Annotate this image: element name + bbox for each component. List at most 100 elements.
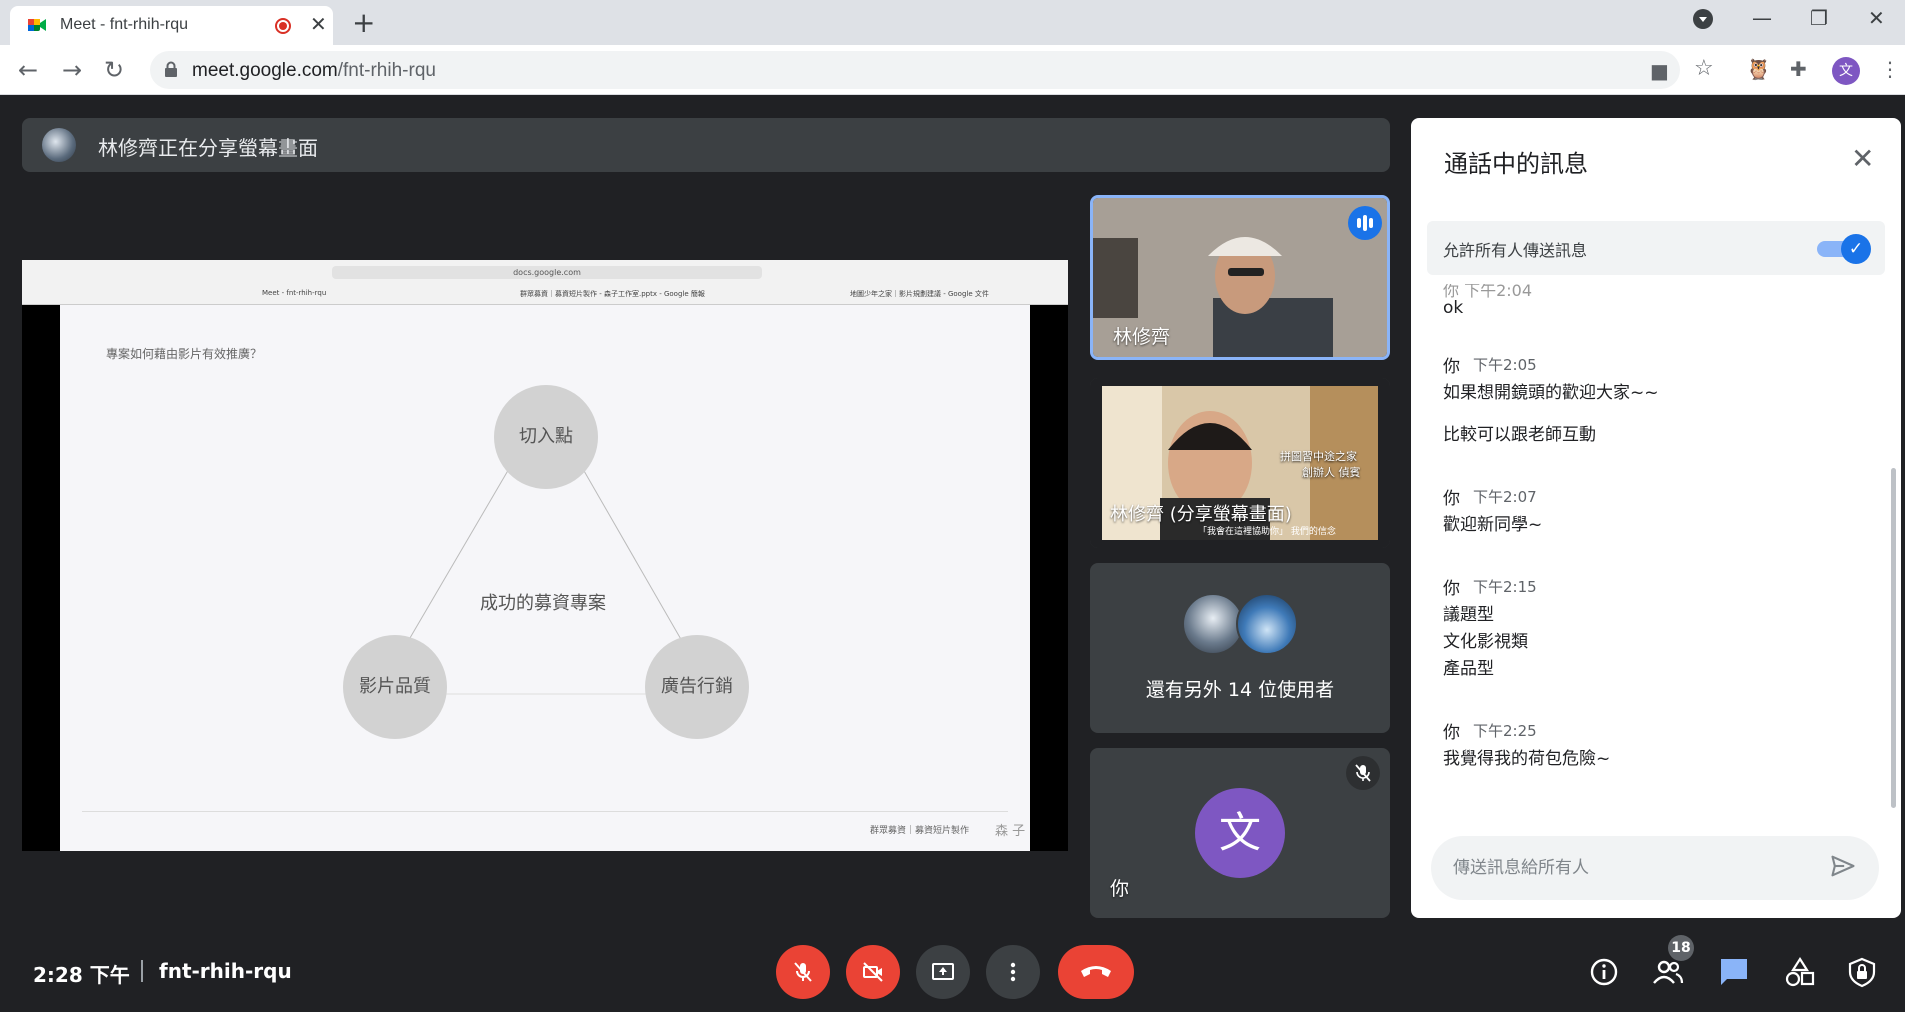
browser-menu-icon[interactable]: ⋮ bbox=[1880, 57, 1900, 81]
minimize-icon[interactable]: — bbox=[1752, 6, 1772, 30]
slide-circle-left: 影片品質 bbox=[343, 635, 447, 739]
browser-tab-strip: Meet - fnt-rhih-rqu ✕ + — ❐ ✕ bbox=[0, 0, 1905, 45]
window-close-icon[interactable]: ✕ bbox=[1868, 6, 1885, 30]
presenting-banner: 林修齊正在分享螢幕畫面 bbox=[22, 118, 1390, 172]
speaking-indicator-icon bbox=[1348, 206, 1382, 240]
shared-tab: 群眾募資｜募資短片製作 - 森子工作室.pptx - Google 簡報 bbox=[520, 290, 705, 298]
camera-in-use-icon[interactable]: ■ bbox=[1650, 59, 1669, 83]
mic-off-icon bbox=[794, 962, 812, 982]
slide-signature: 森 子 bbox=[995, 824, 1026, 839]
camera-off-icon bbox=[863, 962, 883, 982]
profile-avatar[interactable]: 文 bbox=[1832, 57, 1860, 85]
others-tile[interactable]: 還有另外 14 位使用者 bbox=[1090, 563, 1390, 733]
reload-icon[interactable]: ↻ bbox=[104, 56, 124, 84]
lock-icon bbox=[165, 61, 177, 77]
chat-title: 通話中的訊息 bbox=[1444, 150, 1588, 178]
bookmark-star-icon[interactable]: ☆ bbox=[1694, 56, 1714, 81]
message-text: 比較可以跟老師互動 bbox=[1443, 425, 1596, 445]
message-sender: 你 bbox=[1443, 723, 1460, 743]
message-text: 議題型 bbox=[1443, 605, 1494, 625]
participant-avatar bbox=[1182, 593, 1244, 655]
meeting-time: 2:28 下午 bbox=[33, 963, 130, 987]
allow-messages-label: 允許所有人傳送訊息 bbox=[1443, 241, 1588, 260]
tab-close-icon[interactable]: ✕ bbox=[310, 12, 327, 36]
chat-panel: 通話中的訊息 ✕ 允許所有人傳送訊息 ✓ 你 下午2:04 ok 你 下午2:0… bbox=[1411, 118, 1901, 918]
chat-scrollbar[interactable] bbox=[1891, 468, 1896, 808]
presentation-slide: 專案如何藉由影片有效推廣？ 切入點 影片品質 廣告行銷 成功的募資專案 群眾募資… bbox=[60, 305, 1030, 851]
shared-screen: docs.google.com Meet - fnt-rhih-rqu 群眾募資… bbox=[22, 260, 1068, 851]
activities-icon[interactable] bbox=[1784, 956, 1816, 988]
message-sender: 你 bbox=[1443, 489, 1460, 509]
maximize-icon[interactable]: ❐ bbox=[1810, 6, 1828, 30]
participant-name: 林修齊 (分享螢幕畫面) bbox=[1110, 504, 1292, 525]
meeting-info-icon[interactable] bbox=[1588, 956, 1620, 988]
slide-footer-divider bbox=[82, 811, 1008, 812]
present-screen-button[interactable] bbox=[916, 945, 970, 999]
message-text: 文化影視類 bbox=[1443, 632, 1528, 652]
close-icon[interactable]: ✕ bbox=[1851, 142, 1874, 175]
video-subtitle: 「我會在這裡協助你」 我們的信念 bbox=[1198, 527, 1336, 537]
message-sender: 你 bbox=[1443, 579, 1460, 599]
message-text: 我覺得我的荷包危險~ bbox=[1443, 749, 1611, 769]
forward-arrow-icon[interactable]: → bbox=[62, 56, 82, 84]
meet-favicon-icon bbox=[28, 19, 46, 31]
more-options-button[interactable] bbox=[986, 945, 1040, 999]
message-list: 你 下午2:04 ok 你 下午2:05 如果想開鏡頭的歡迎大家~~ 比較可以跟… bbox=[1411, 284, 1889, 824]
others-count-label: 還有另外 14 位使用者 bbox=[1145, 679, 1335, 701]
message-time: 下午2:05 bbox=[1473, 356, 1537, 374]
allow-messages-row: 允許所有人傳送訊息 ✓ bbox=[1427, 221, 1885, 275]
presenting-banner-text: 林修齊正在分享螢幕畫面 bbox=[98, 136, 318, 160]
message-time: 下午2:25 bbox=[1473, 722, 1537, 740]
present-to-all-icon bbox=[932, 963, 954, 980]
message-text: 產品型 bbox=[1443, 659, 1494, 679]
chat-message-input[interactable] bbox=[1431, 836, 1879, 900]
presenter-avatar bbox=[42, 128, 76, 162]
divider bbox=[141, 960, 143, 982]
message-time: 下午2:15 bbox=[1473, 578, 1537, 596]
slide-footer: 群眾募資｜募資短片製作 bbox=[870, 826, 970, 836]
omnibox[interactable]: meet.google.com/fnt-rhih-rqu ■ ☆ bbox=[150, 51, 1714, 89]
extensions-puzzle-icon[interactable]: ✚ bbox=[1790, 57, 1807, 81]
participant-name: 林修齊 bbox=[1113, 326, 1171, 348]
participant-avatar bbox=[1236, 593, 1298, 655]
shared-tab: Meet - fnt-rhih-rqu bbox=[262, 289, 327, 297]
leave-call-button[interactable] bbox=[1058, 945, 1134, 999]
meeting-code: fnt-rhih-rqu bbox=[159, 959, 292, 983]
owl-extension-icon[interactable]: 🦉 bbox=[1746, 57, 1771, 81]
message-sender: 你 bbox=[1443, 357, 1460, 377]
slide-circle-top: 切入點 bbox=[494, 385, 598, 489]
mic-toggle-button[interactable] bbox=[776, 945, 830, 999]
slide-center-label: 成功的募資專案 bbox=[480, 593, 606, 614]
message-text: 如果想開鏡頭的歡迎大家~~ bbox=[1443, 383, 1659, 403]
checkmark-icon[interactable]: ✓ bbox=[1841, 234, 1871, 264]
video-overlay-text: 創辦人 偵賓 bbox=[1302, 466, 1361, 479]
video-overlay-text: 拼圖習中途之家 bbox=[1280, 450, 1357, 463]
host-controls-shield-icon[interactable] bbox=[1846, 956, 1878, 988]
message-text: ok bbox=[1443, 298, 1464, 318]
back-arrow-icon[interactable]: ← bbox=[18, 56, 38, 84]
tab-search-icon[interactable] bbox=[1693, 9, 1713, 29]
address-bar: ← → ↻ meet.google.com/fnt-rhih-rqu ■ ☆ 🦉… bbox=[0, 45, 1905, 95]
recording-indicator-icon bbox=[275, 18, 291, 34]
shared-url: docs.google.com bbox=[332, 266, 762, 279]
browser-tab[interactable]: Meet - fnt-rhih-rqu ✕ bbox=[10, 6, 333, 45]
self-avatar: 文 bbox=[1195, 788, 1285, 878]
participant-count-badge: 18 bbox=[1668, 935, 1694, 961]
participant-name: 你 bbox=[1110, 878, 1130, 900]
mic-off-icon bbox=[1346, 756, 1380, 790]
shared-tab: 地圖少年之家｜影片規劃建議 - Google 文件 bbox=[850, 290, 989, 298]
new-tab-icon[interactable]: + bbox=[352, 6, 375, 39]
send-icon[interactable] bbox=[1829, 852, 1861, 884]
url-text: meet.google.com/fnt-rhih-rqu bbox=[192, 60, 436, 81]
message-text: 歡迎新同學~ bbox=[1443, 515, 1543, 535]
chat-icon[interactable] bbox=[1718, 956, 1750, 988]
shared-browser-chrome: docs.google.com Meet - fnt-rhih-rqu 群眾募資… bbox=[22, 260, 1068, 305]
participant-tile-speaker[interactable]: 林修齊 bbox=[1090, 195, 1390, 360]
call-end-icon bbox=[1081, 966, 1111, 977]
camera-toggle-button[interactable] bbox=[846, 945, 900, 999]
self-tile[interactable]: 文 你 bbox=[1090, 748, 1390, 918]
message-time: 下午2:07 bbox=[1473, 488, 1537, 506]
slide-circle-right: 廣告行銷 bbox=[645, 635, 749, 739]
more-vert-icon bbox=[1010, 962, 1016, 982]
participant-tile-presentation[interactable]: 拼圖習中途之家 創辦人 偵賓 林修齊 (分享螢幕畫面) 「我會在這裡協助你」 我… bbox=[1090, 378, 1390, 548]
